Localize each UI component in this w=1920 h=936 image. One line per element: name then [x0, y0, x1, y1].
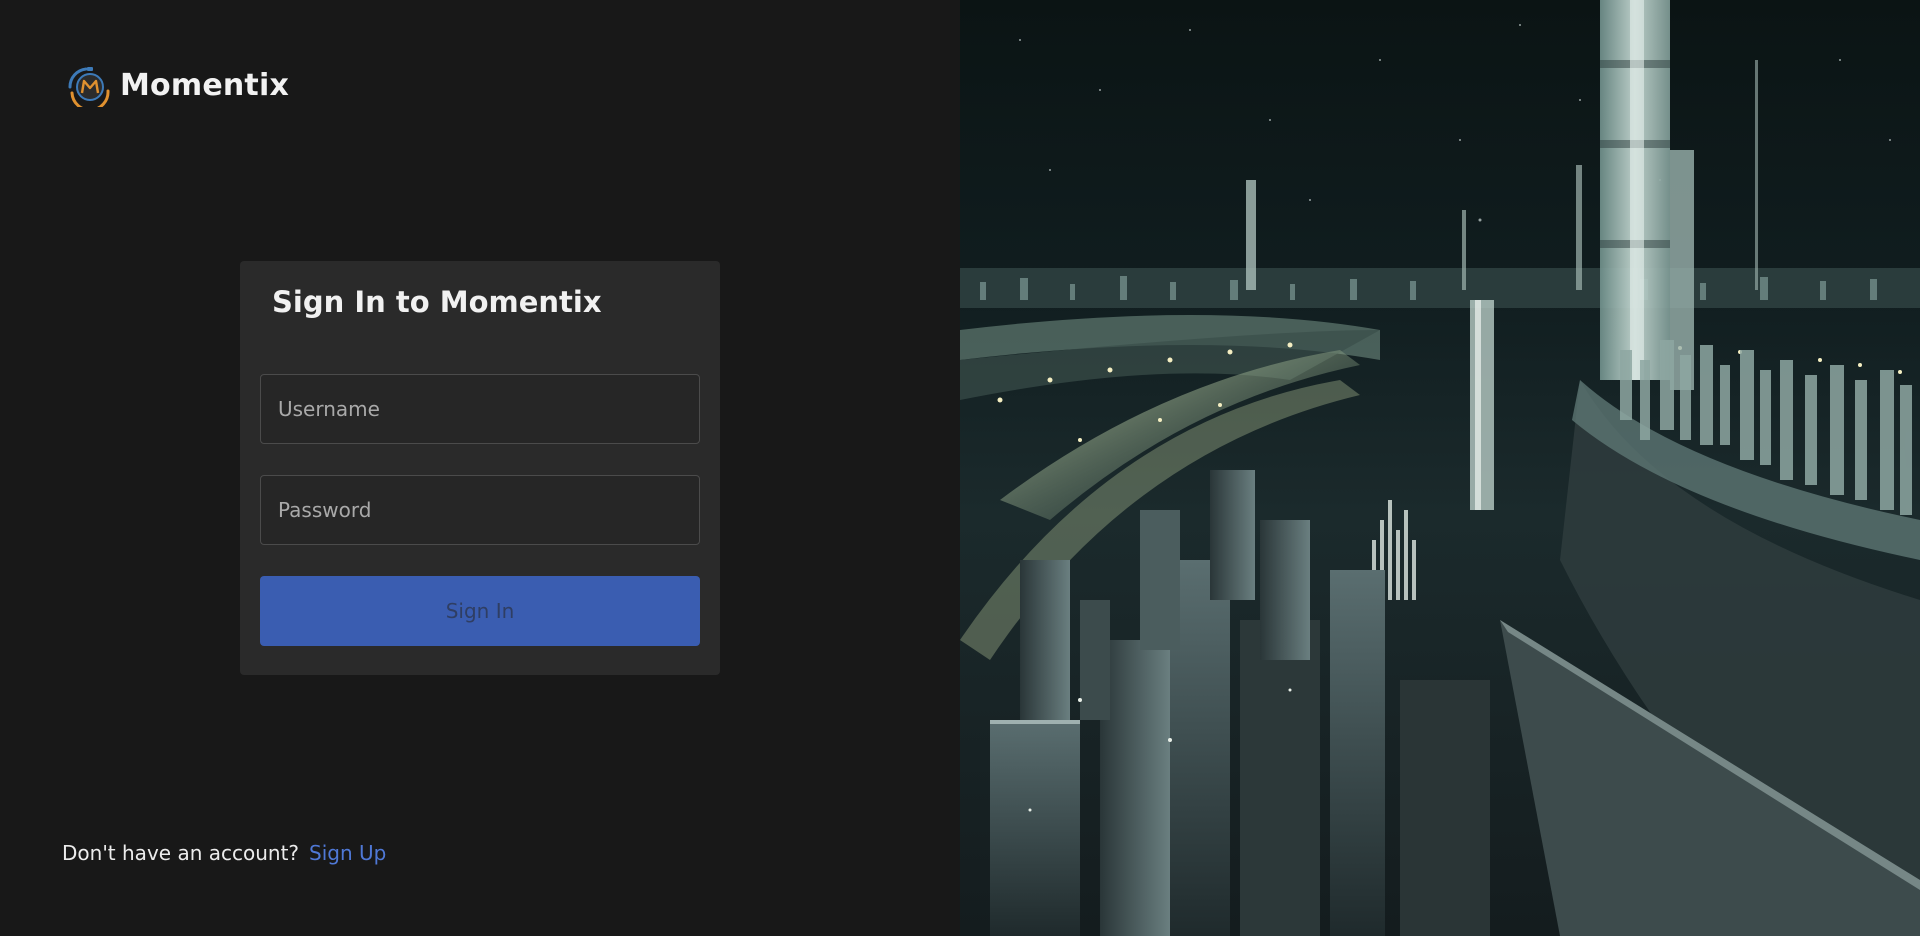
- sign-in-card: Sign In to Momentix Sign In: [240, 261, 720, 675]
- password-input[interactable]: [260, 475, 700, 545]
- login-page: Momentix Sign In to Momentix Sign In Don…: [0, 0, 1920, 936]
- brand: Momentix: [64, 63, 289, 107]
- sign-up-link[interactable]: Sign Up: [309, 841, 386, 865]
- username-input[interactable]: [260, 374, 700, 444]
- signup-prompt: Don't have an account?: [62, 841, 300, 865]
- signup-row: Don't have an account? Sign Up: [62, 841, 386, 865]
- sign-in-button[interactable]: Sign In: [260, 576, 700, 646]
- login-panel: Momentix Sign In to Momentix Sign In Don…: [0, 0, 960, 936]
- futuristic-city-illustration: [960, 0, 1920, 936]
- sign-in-title: Sign In to Momentix: [272, 285, 602, 319]
- clock-m-logo-icon: [68, 67, 110, 107]
- brand-name: Momentix: [120, 67, 290, 103]
- hero-image-panel: [960, 0, 1920, 936]
